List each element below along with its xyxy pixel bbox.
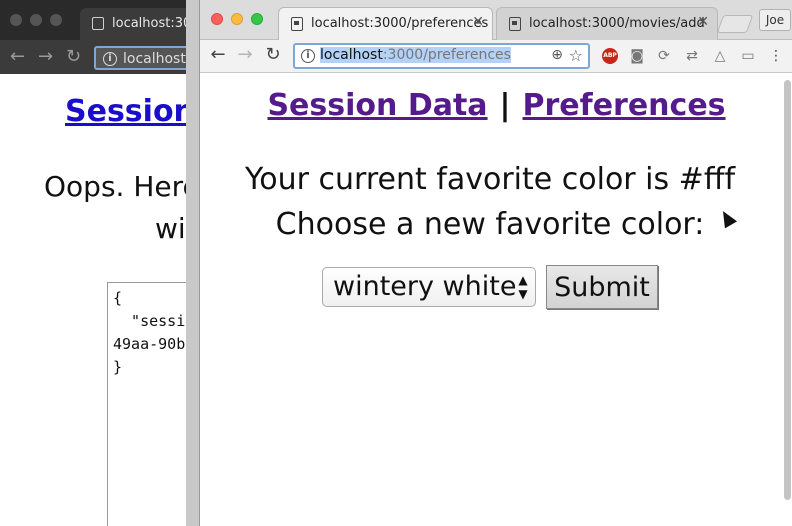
color-form: wintery white ▲ ▼ Submit bbox=[322, 265, 658, 309]
zoom-icon[interactable]: ⊕ bbox=[551, 47, 563, 63]
tab-movies-add[interactable]: localhost:3000/movies/add ✕ bbox=[496, 7, 718, 40]
page-icon bbox=[509, 17, 521, 31]
session-data-link[interactable]: Session Data bbox=[267, 88, 487, 123]
error-message-line1: Oops. Here bbox=[44, 170, 200, 203]
background-titlebar: localhost:3000 bbox=[0, 0, 220, 40]
tab-title: localhost:3000/preferences bbox=[311, 16, 489, 31]
address-bar[interactable]: i localhost:3000/preferences ⊕ ☆ bbox=[293, 43, 590, 69]
select-arrows-icon: ▲ ▼ bbox=[518, 273, 528, 301]
foreground-browser-window[interactable]: localhost:3000/preferences ✕ localhost:3… bbox=[199, 0, 792, 526]
new-tab-button[interactable] bbox=[716, 15, 754, 33]
session-data-link[interactable]: Session bbox=[65, 94, 195, 129]
nav-separator: | bbox=[499, 88, 511, 123]
back-arrow-icon[interactable]: ← bbox=[207, 44, 229, 65]
close-window-icon[interactable] bbox=[10, 14, 22, 26]
forward-arrow-icon[interactable]: → bbox=[234, 44, 256, 65]
window-controls bbox=[211, 13, 263, 25]
submit-button[interactable]: Submit bbox=[546, 265, 658, 309]
background-browser-window[interactable]: localhost:3000 ← → ↻ i localhost:30 Sess… bbox=[0, 0, 220, 526]
back-arrow-icon[interactable]: ← bbox=[10, 46, 25, 67]
close-tab-icon[interactable]: ✕ bbox=[697, 14, 709, 30]
minimize-window-icon[interactable] bbox=[30, 14, 42, 26]
adblock-plus-icon[interactable]: ABP bbox=[602, 48, 618, 64]
reload-icon[interactable]: ↻ bbox=[262, 44, 284, 65]
page-content: Session Data | Preferences Your current fa… bbox=[200, 74, 792, 526]
color-select-value: wintery white bbox=[333, 271, 517, 302]
background-window-controls bbox=[10, 14, 62, 26]
extension-icon[interactable]: ⇄ bbox=[684, 48, 700, 64]
maximize-window-icon[interactable] bbox=[50, 14, 62, 26]
url-host: localhost bbox=[320, 47, 383, 63]
forward-arrow-icon[interactable]: → bbox=[38, 46, 53, 67]
page-icon bbox=[92, 17, 104, 30]
menu-kebab-icon[interactable]: ⋮ bbox=[768, 48, 784, 64]
close-tab-icon[interactable]: ✕ bbox=[472, 14, 484, 30]
current-color-text: Your current favorite color is #fff bbox=[244, 162, 736, 197]
camera-icon[interactable]: ◙ bbox=[629, 48, 645, 64]
toolbar: ← → ↻ i localhost:3000/preferences ⊕ ☆ A… bbox=[200, 40, 792, 73]
maximize-window-icon[interactable] bbox=[251, 13, 263, 25]
window-gap bbox=[186, 0, 200, 526]
close-window-icon[interactable] bbox=[211, 13, 223, 25]
background-page: Session Oops. Here wit { "sessi 49aa-90b} bbox=[0, 74, 200, 526]
info-icon[interactable]: i bbox=[301, 49, 315, 63]
foreground-titlebar: localhost:3000/preferences ✕ localhost:3… bbox=[200, 0, 792, 40]
bookmark-star-icon[interactable]: ☆ bbox=[569, 46, 583, 65]
info-icon[interactable]: i bbox=[103, 52, 117, 66]
drive-icon[interactable]: △ bbox=[712, 48, 728, 64]
page-icon bbox=[291, 17, 303, 31]
page-nav: Session Data | Preferences bbox=[200, 88, 792, 123]
choose-color-label: Choose a new favorite color: bbox=[275, 207, 705, 242]
url-text[interactable]: localhost:3000/preferences bbox=[320, 47, 511, 63]
desktop: localhost:3000 ← → ↻ i localhost:30 Sess… bbox=[0, 0, 792, 526]
minimize-window-icon[interactable] bbox=[231, 13, 243, 25]
reload-icon[interactable]: ↻ bbox=[66, 46, 81, 67]
preferences-link[interactable]: Preferences bbox=[523, 88, 726, 123]
url-path: :3000/preferences bbox=[382, 47, 511, 63]
sync-icon[interactable]: ⟳ bbox=[656, 48, 672, 64]
tab-preferences[interactable]: localhost:3000/preferences ✕ bbox=[278, 7, 493, 40]
color-select[interactable]: wintery white ▲ ▼ bbox=[322, 267, 536, 307]
scrollbar[interactable] bbox=[784, 80, 791, 500]
profile-button[interactable]: Joe bbox=[759, 9, 791, 31]
tab-title: localhost:3000/movies/add bbox=[529, 16, 705, 31]
cast-icon[interactable]: ▭ bbox=[740, 48, 756, 64]
